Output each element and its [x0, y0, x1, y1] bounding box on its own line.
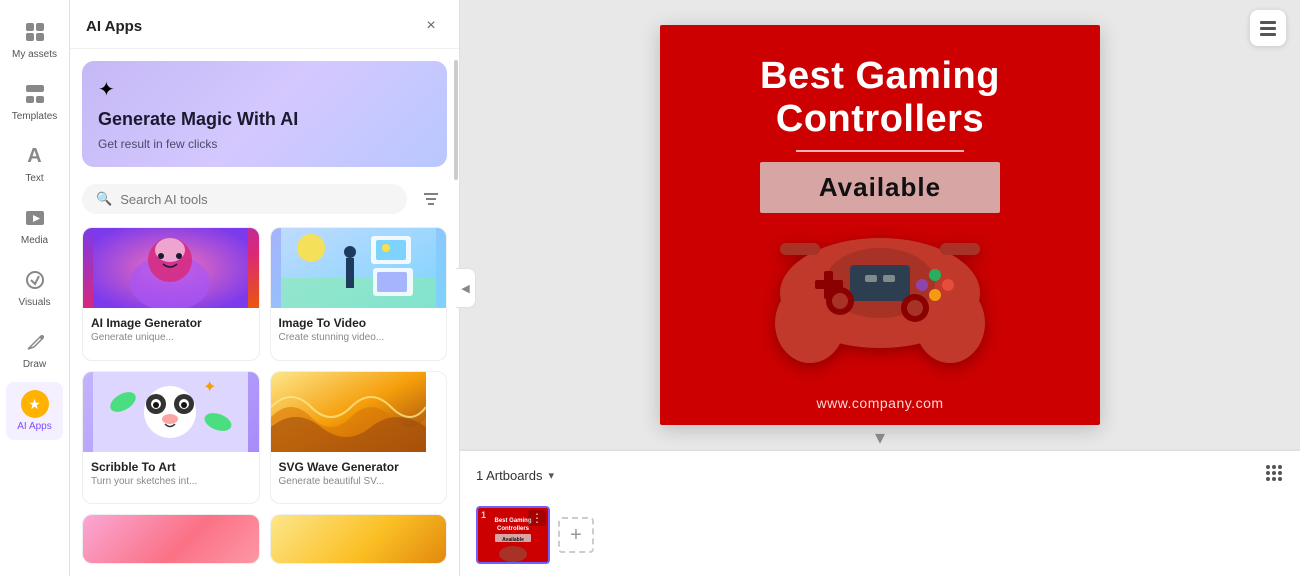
fifth-thumb — [83, 515, 259, 564]
sixth-thumb — [271, 515, 447, 564]
hero-banner: ✦ Generate Magic With AI Get result in f… — [82, 61, 447, 167]
image-to-video-name: Image To Video — [279, 316, 439, 330]
canvas-title: Best Gaming Controllers — [760, 55, 1000, 142]
scribble-to-art-name: Scribble To Art — [91, 460, 251, 474]
media-icon — [21, 204, 49, 232]
thumbnails-strip: 1 ⋮ Best Gaming Controllers Available + — [460, 500, 1300, 576]
add-artboard-button[interactable]: + — [558, 517, 594, 553]
filter-button[interactable] — [415, 183, 447, 215]
draw-icon — [21, 328, 49, 356]
svg-text:Available: Available — [502, 537, 524, 543]
svg-text:Best Gaming: Best Gaming — [494, 518, 531, 524]
thumbnail-1[interactable]: 1 ⋮ Best Gaming Controllers Available — [476, 506, 550, 564]
main-canvas: Best Gaming Controllers Available — [460, 0, 1300, 576]
svg-text:Controllers: Controllers — [497, 526, 530, 532]
image-to-video-thumb — [271, 228, 447, 308]
panel-header: AI Apps × — [70, 0, 459, 49]
thumb-page-num: 1 — [481, 510, 486, 520]
panel-title: AI Apps — [86, 18, 142, 35]
artboards-chevron-icon[interactable]: ▾ — [549, 469, 555, 482]
image-to-video-desc: Create stunning video... — [279, 332, 439, 343]
app-card-image-to-video[interactable]: Image To Video Create stunning video... — [270, 227, 448, 360]
artboards-left: 1 Artboards ▾ — [476, 468, 554, 483]
left-sidebar: My assets Templates A Text Media — [0, 0, 70, 576]
ai-panel-wrapper: AI Apps × ✦ Generate Magic With AI Get r… — [70, 0, 460, 576]
ai-apps-icon: ★ — [21, 390, 49, 418]
ai-panel: AI Apps × ✦ Generate Magic With AI Get r… — [70, 0, 460, 576]
sidebar-item-visuals[interactable]: Visuals — [6, 258, 63, 316]
sidebar-item-ai-apps[interactable]: ★ AI Apps — [6, 382, 63, 440]
sidebar-label-media: Media — [21, 235, 48, 246]
sidebar-label-ai-apps: AI Apps — [17, 421, 51, 432]
artboards-label: 1 Artboards — [476, 468, 543, 483]
panel-scrollbar-thumb — [454, 60, 458, 180]
search-icon: 🔍 — [96, 191, 112, 207]
svg-text:✦: ✦ — [203, 379, 216, 396]
sidebar-item-text[interactable]: A Text — [6, 134, 63, 192]
sidebar-label-visuals: Visuals — [18, 297, 50, 308]
sidebar-item-templates[interactable]: Templates — [6, 72, 63, 130]
svg-wave-generator-info: SVG Wave Generator Generate beautiful SV… — [271, 452, 447, 495]
scribble-to-art-desc: Turn your sketches int... — [91, 476, 251, 487]
bottom-section: 1 Artboards ▾ 1 — [460, 449, 1300, 576]
canvas-area: Best Gaming Controllers Available — [460, 0, 1300, 449]
ai-image-generator-thumb — [83, 228, 259, 308]
sidebar-label-text: Text — [25, 173, 43, 184]
app-card-svg-wave-generator[interactable]: SVG Wave Generator Generate beautiful SV… — [270, 371, 448, 504]
app-card-ai-image-generator[interactable]: AI Image Generator Generate unique... — [82, 227, 260, 360]
scribble-to-art-info: Scribble To Art Turn your sketches int..… — [83, 452, 259, 495]
sidebar-label-draw: Draw — [23, 359, 46, 370]
canvas-controller-image — [760, 203, 1000, 391]
close-panel-button[interactable]: × — [419, 14, 443, 38]
canvas-top-text: Best Gaming Controllers Available — [760, 55, 1000, 213]
sidebar-item-media[interactable]: Media — [6, 196, 63, 254]
svg-wave-generator-thumb — [271, 372, 447, 452]
canvas-url: www.company.com — [816, 395, 943, 411]
app-card-scribble-to-art[interactable]: ✦ Scribble To Art Turn your sketches int… — [82, 371, 260, 504]
hero-subtitle: Get result in few clicks — [98, 137, 431, 151]
hero-title: Generate Magic With AI — [98, 108, 431, 131]
sidebar-item-my-assets[interactable]: My assets — [6, 10, 63, 68]
search-bar: 🔍 — [82, 184, 407, 214]
text-icon: A — [21, 142, 49, 170]
svg-wave-generator-desc: Generate beautiful SV... — [279, 476, 439, 487]
sidebar-item-draw[interactable]: Draw — [6, 320, 63, 378]
search-bar-container: 🔍 — [70, 177, 459, 223]
bottom-bar: 1 Artboards ▾ — [460, 450, 1300, 500]
thumb-options-button[interactable]: ⋮ — [528, 510, 546, 526]
templates-icon — [21, 80, 49, 108]
canvas-available-text: Available — [819, 172, 941, 202]
ai-image-generator-desc: Generate unique... — [91, 332, 251, 343]
my-assets-icon — [21, 18, 49, 46]
sidebar-label-my-assets: My assets — [12, 49, 57, 60]
canvas-expand-chevron[interactable]: ▾ — [875, 425, 885, 450]
app-card-fifth[interactable] — [82, 514, 260, 564]
visuals-icon — [21, 266, 49, 294]
image-to-video-info: Image To Video Create stunning video... — [271, 308, 447, 351]
grid-view-button[interactable] — [1264, 463, 1284, 488]
search-input[interactable] — [120, 192, 393, 207]
svg-wave-generator-name: SVG Wave Generator — [279, 460, 439, 474]
ai-image-generator-name: AI Image Generator — [91, 316, 251, 330]
app-card-sixth[interactable] — [270, 514, 448, 564]
sidebar-label-templates: Templates — [12, 111, 58, 122]
apps-grid: AI Image Generator Generate unique... — [70, 223, 459, 576]
canvas-underline — [796, 150, 964, 152]
layers-button[interactable] — [1250, 10, 1286, 46]
ai-image-generator-info: AI Image Generator Generate unique... — [83, 308, 259, 351]
collapse-panel-button[interactable]: ◀ — [456, 268, 476, 308]
design-canvas: Best Gaming Controllers Available — [660, 25, 1100, 425]
hero-sparkle-icon: ✦ — [98, 77, 431, 102]
scribble-to-art-thumb: ✦ — [83, 372, 259, 452]
